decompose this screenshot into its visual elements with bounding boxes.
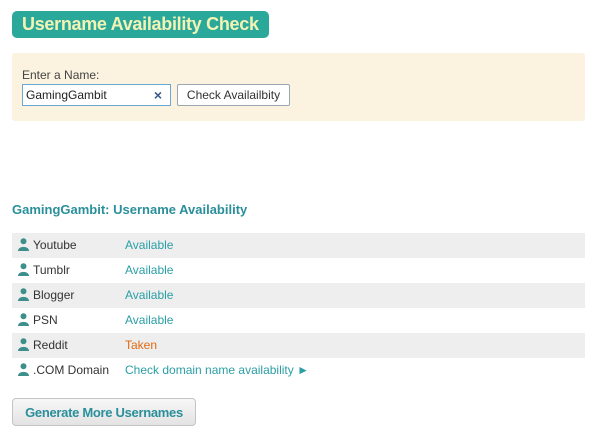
status-available: Available [125, 238, 174, 252]
generate-more-usernames-button[interactable]: Generate More Usernames [12, 398, 196, 426]
name-entry-panel: Enter a Name: × Check Availailbity [12, 53, 585, 121]
table-row: Blogger Available [12, 283, 585, 308]
check-domain-link[interactable]: Check domain name availability ► [125, 358, 309, 383]
name-input[interactable] [23, 85, 143, 105]
name-input-container[interactable]: × [22, 84, 171, 106]
site-name: Youtube [33, 238, 77, 252]
results-table: Youtube Available Tumblr Available Blogg… [12, 233, 585, 383]
table-row: PSN Available [12, 308, 585, 333]
user-icon [18, 288, 29, 301]
table-row: Youtube Available [12, 233, 585, 258]
site-name: .COM Domain [33, 363, 110, 377]
status-available: Available [125, 288, 174, 302]
user-icon [18, 338, 29, 351]
page-title: Username Availability Check [12, 11, 269, 38]
table-row: Reddit Taken [12, 333, 585, 358]
user-icon [18, 238, 29, 251]
name-label: Enter a Name: [22, 68, 100, 82]
results-heading: GamingGambit: Username Availability [12, 202, 248, 217]
site-name: Tumblr [33, 263, 70, 277]
user-icon [18, 313, 29, 326]
status-taken: Taken [125, 338, 158, 352]
user-icon [18, 363, 29, 376]
status-available: Available [125, 263, 174, 277]
site-name: PSN [33, 313, 58, 327]
site-name: Blogger [33, 288, 75, 302]
site-name: Reddit [33, 338, 68, 352]
table-row: .COM Domain Check domain name availabili… [12, 358, 585, 383]
status-available: Available [125, 313, 174, 327]
close-icon[interactable]: × [151, 87, 165, 103]
user-icon [18, 263, 29, 276]
table-row: Tumblr Available [12, 258, 585, 283]
check-availability-button[interactable]: Check Availailbity [177, 84, 290, 106]
